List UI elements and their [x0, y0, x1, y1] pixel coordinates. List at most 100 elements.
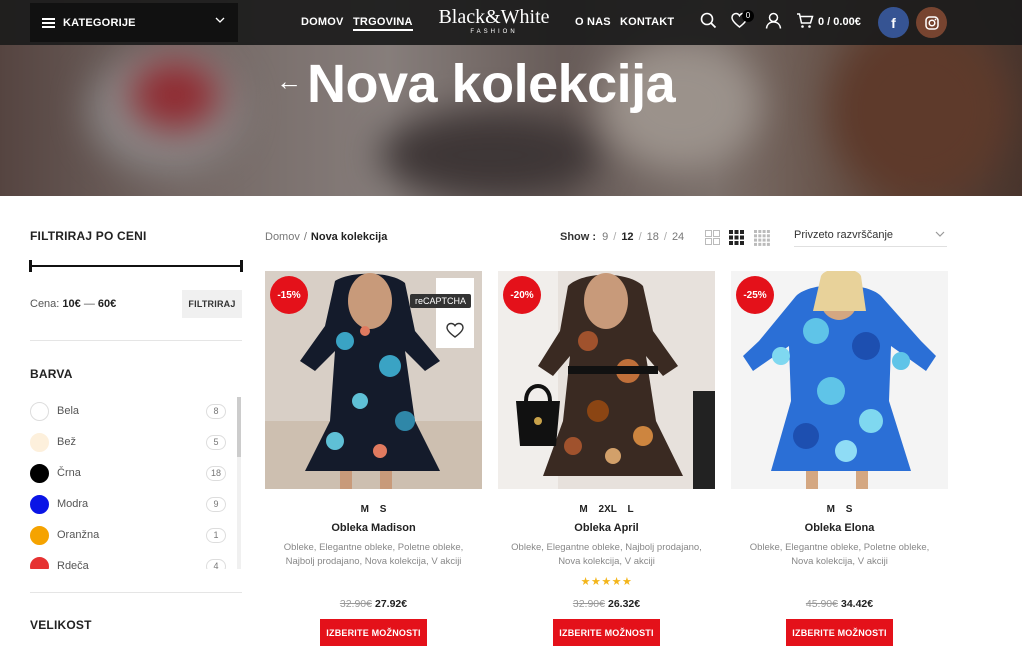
per-page-selector: Show : 9 / 12 / 18 / 24 — [560, 231, 684, 243]
color-swatch — [30, 433, 49, 452]
breadcrumb: Domov / Nova kolekcija — [265, 231, 387, 243]
product-categories[interactable]: Obleke, Elegantne obleke, Poletne obleke… — [739, 541, 940, 569]
price-range-text: Cena: 10€ — 60€ — [30, 298, 116, 310]
color-name: Oranžna — [57, 529, 100, 541]
discount-badge: -20% — [503, 276, 541, 314]
page-title: Nova kolekcija — [307, 54, 676, 114]
wishlist-count-badge: 0 — [742, 10, 754, 22]
price-label: Cena: — [30, 298, 60, 310]
product-sizes: M 2XL L — [579, 504, 634, 515]
divider — [30, 592, 242, 593]
scrollbar-thumb[interactable] — [237, 397, 241, 457]
chevron-down-icon — [935, 229, 945, 242]
product-price: 32.90€ 27.92€ — [265, 598, 482, 610]
discount-badge: -15% — [270, 276, 308, 314]
nav-shop[interactable]: TRGOVINA — [353, 16, 413, 31]
product-image[interactable]: -20% — [498, 271, 715, 489]
grid-4-icon[interactable] — [754, 230, 770, 246]
old-price: 32.90€ — [339, 598, 372, 610]
recaptcha-tooltip: reCAPTCHA — [410, 294, 472, 308]
sale-price: 34.42€ — [841, 598, 874, 610]
select-options-button[interactable]: IZBERITE MOŽNOSTI — [553, 619, 660, 646]
color-count: 9 — [206, 497, 226, 512]
breadcrumb-home[interactable]: Domov — [265, 231, 300, 243]
sort-selected-value: Privzeto razvrščanje — [794, 229, 894, 241]
instagram-icon[interactable] — [916, 7, 947, 38]
product-image[interactable]: -15% reCAPTCHA — [265, 271, 482, 489]
product-card[interactable]: -20% M 2XL L Obleka April Obleke, Elegan… — [498, 271, 715, 656]
select-options-button[interactable]: IZBERITE MOŽNOSTI — [320, 619, 427, 646]
color-count: 8 — [206, 404, 226, 419]
color-option-crna[interactable]: Črna 18 — [30, 463, 234, 483]
price-slider-track[interactable] — [30, 265, 242, 267]
product-name[interactable]: Obleka Elona — [731, 522, 948, 534]
grid-2-icon[interactable] — [705, 230, 720, 245]
product-categories[interactable]: Obleke, Elegantne obleke, Poletne obleke… — [273, 541, 474, 569]
color-swatch — [30, 557, 49, 569]
price-sep: — — [80, 298, 98, 310]
user-icon[interactable] — [765, 12, 782, 34]
chevron-down-icon — [215, 15, 225, 28]
categories-label: KATEGORIJE — [63, 16, 136, 29]
color-swatch — [30, 495, 49, 514]
price-max: 60€ — [97, 298, 117, 310]
nav-home[interactable]: DOMOV — [301, 16, 344, 28]
breadcrumb-current: Nova kolekcija — [310, 231, 388, 243]
categories-button[interactable]: KATEGORIJE — [30, 3, 238, 42]
product-image[interactable]: -25% — [731, 271, 948, 489]
rating-stars: ★★★★★ — [580, 576, 633, 588]
product-categories[interactable]: Obleke, Elegantne obleke, Najbolj prodaj… — [506, 541, 707, 569]
per-page-24[interactable]: 24 — [672, 231, 684, 243]
color-option-bez[interactable]: Bež 5 — [30, 432, 234, 452]
color-swatch — [30, 464, 49, 483]
color-option-modra[interactable]: Modra 9 — [30, 494, 234, 514]
price-slider-max-handle[interactable] — [240, 260, 243, 272]
divider — [30, 340, 242, 341]
color-count: 4 — [206, 559, 226, 569]
logo-sub-text: FASHION — [470, 29, 518, 35]
cart-icon[interactable] — [796, 12, 814, 34]
product-card[interactable]: -15% reCAPTCHA M S Obleka Madison Obleke… — [265, 271, 482, 656]
sort-select[interactable]: Privzeto razvrščanje — [794, 229, 947, 247]
price-slider-min-handle[interactable] — [29, 260, 32, 272]
color-option-oranzna[interactable]: Oranžna 1 — [30, 525, 234, 545]
color-name: Bela — [57, 405, 80, 417]
color-swatch — [30, 526, 49, 545]
product-price: 45.90€ 34.42€ — [731, 598, 948, 610]
grid-3-icon[interactable] — [729, 230, 744, 245]
per-page-18[interactable]: 18 — [647, 231, 659, 243]
breadcrumb-separator: / — [303, 231, 307, 243]
color-option-bela[interactable]: Bela 8 — [30, 401, 234, 421]
cart-total[interactable]: 0 / 0.00€ — [818, 16, 861, 28]
facebook-icon[interactable]: f — [878, 7, 909, 38]
product-name[interactable]: Obleka April — [498, 522, 715, 534]
nav-contact[interactable]: KONTAKT — [620, 16, 674, 28]
nav-about[interactable]: O NAS — [575, 16, 611, 28]
color-name: Modra — [57, 498, 89, 510]
size-filter-title: VELIKOST — [30, 618, 92, 632]
back-arrow-icon[interactable]: ← — [276, 66, 302, 96]
price-filter-title: FILTRIRAJ PO CENI — [30, 229, 147, 243]
product-name[interactable]: Obleka Madison — [265, 522, 482, 534]
color-count: 5 — [206, 435, 226, 450]
color-list-scrollbar[interactable] — [237, 397, 241, 569]
product-sizes: M S — [826, 504, 853, 515]
logo[interactable]: Black&White FASHION — [435, 6, 553, 36]
select-options-button[interactable]: IZBERITE MOŽNOSTI — [786, 619, 893, 646]
color-filter-list: Bela 8 Bež 5 Črna 18 Modra 9 Oranžna 1 R… — [30, 397, 242, 569]
color-option-rdeca[interactable]: Rdeča 4 — [30, 556, 234, 569]
search-icon[interactable] — [700, 12, 717, 34]
show-label: Show : — [560, 231, 597, 243]
add-to-wishlist-icon[interactable] — [446, 322, 464, 344]
per-page-9[interactable]: 9 — [602, 231, 608, 243]
color-name: Črna — [57, 467, 81, 479]
per-page-separator: / — [663, 231, 667, 243]
color-swatch — [30, 402, 49, 421]
per-page-12[interactable]: 12 — [621, 231, 633, 243]
per-page-separator: / — [638, 231, 642, 243]
color-name: Bež — [57, 436, 76, 448]
per-page-separator: / — [613, 231, 617, 243]
product-card[interactable]: -25% M S Obleka Elona Obleke, Elegantne … — [731, 271, 948, 656]
filter-button[interactable]: FILTRIRAJ — [182, 290, 242, 318]
product-price: 32.90€ 26.32€ — [498, 598, 715, 610]
